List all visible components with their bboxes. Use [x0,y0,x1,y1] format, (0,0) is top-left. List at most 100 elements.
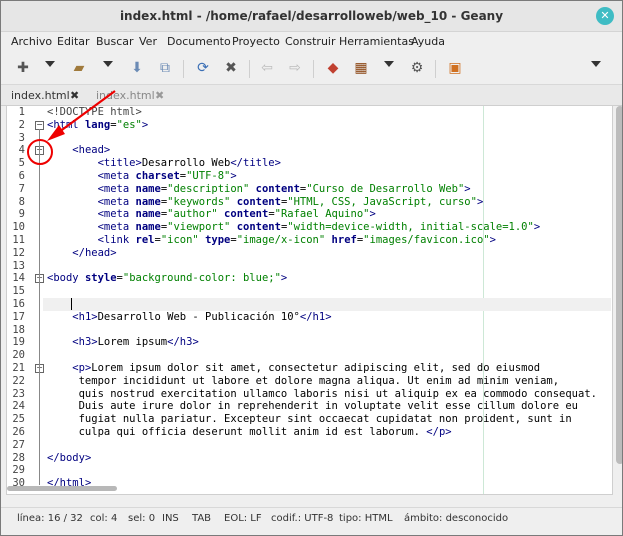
status-filetype: tipo: HTML [339,513,393,524]
code-line: <p>Lorem ipsum dolor sit amet, consectet… [72,362,541,374]
toolbar-separator [249,60,250,78]
build-icon[interactable]: ▦ [351,58,371,78]
status-eol: EOL: LF [224,513,262,524]
status-indent-mode: TAB [192,513,212,524]
code-line: </body> [47,451,92,464]
code-line: <meta name="description" content="Curso … [97,182,471,195]
menu-proyecto[interactable]: Proyecto [232,35,280,48]
line-number: 22 [12,374,25,387]
menu-construir[interactable]: Construir [285,35,336,48]
line-number: 3 [18,131,25,144]
line-number: 2 [18,118,25,131]
toolbar-separator [313,60,314,78]
toolbar-separator [435,60,436,78]
menu-buscar[interactable]: Buscar [96,35,134,48]
line-number: 29 [12,464,25,477]
code-line: quis nostrud exercitation ullamco labori… [47,387,597,400]
new-file-icon[interactable]: ✚ [13,58,33,78]
menu-editar[interactable]: Editar [57,35,90,48]
line-number: 26 [12,426,25,438]
chevron-down-icon[interactable] [45,61,55,67]
status-col: col: 4 [90,513,118,524]
code-line: <body style="background-color: blue;"> [47,272,288,285]
code-editor[interactable]: 1 2 3 4 5 6 7 8 9 10 11 12 13 14 15 16 17 18 19 20 21 22 23 24 2… [6,105,622,495]
code-line: culpa qui officia deserunt mollit anim i… [47,426,452,438]
code-line: <meta name="author" content="Rafael Aqui… [97,208,376,221]
line-number: 1 [18,106,25,118]
code-line: <meta name="viewport" content="width=dev… [97,221,541,234]
annotation-arrow-icon [47,90,116,141]
execute-gear-icon[interactable]: ⚙ [407,58,427,78]
save-icon[interactable]: ⬇ [127,58,147,78]
line-number: 7 [18,182,25,195]
code-line: tempor incididunt ut labore et dolore ma… [47,374,560,387]
fold-guide [39,154,40,255]
line-number: 11 [12,234,25,246]
title-bar: index.html - /home/rafael/desarrolloweb/… [1,1,622,32]
code-line: <title>Desarrollo Web</title> [97,157,281,170]
chevron-down-icon[interactable] [591,61,601,67]
line-number: 12 [12,246,25,259]
current-line-highlight [43,298,611,311]
menu-archivo[interactable]: Archivo [11,35,52,48]
status-insert-mode: INS [162,513,179,524]
line-number: 25 [12,413,25,426]
status-scope: ámbito: desconocido [404,513,509,524]
line-number: 16 [12,298,25,310]
code-line: </head> [72,246,117,259]
line-number: 6 [18,170,25,182]
chevron-down-icon[interactable] [103,61,113,67]
code-line: <h3>Lorem ipsum</h3> [72,336,199,349]
close-icon[interactable]: ✕ [596,7,614,25]
status-sel: sel: 0 [128,513,156,524]
line-number: 8 [18,195,25,208]
code-line: <h1>Desarrollo Web - Publicación 10°</h1… [72,310,332,323]
compile-icon[interactable]: ◆ [323,58,343,78]
menu-ayuda[interactable]: Ayuda [411,35,445,48]
code-line: Duis aute irure dolor in reprehenderit i… [47,400,579,413]
line-number: 24 [12,400,25,413]
line-number: 15 [12,285,25,298]
vertical-scrollbar[interactable] [616,106,622,464]
line-number: 5 [18,157,25,170]
open-folder-icon[interactable]: ▰ [69,58,89,78]
window-title: index.html - /home/rafael/desarrolloweb/… [119,9,504,23]
line-number: 13 [12,259,25,272]
line-number: 19 [12,336,25,349]
line-number: 23 [12,387,25,400]
horizontal-scrollbar[interactable] [7,486,117,491]
line-number: 27 [12,438,25,451]
back-icon[interactable]: ⇦ [257,58,277,78]
menu-ver[interactable]: Ver [139,35,157,48]
chevron-down-icon[interactable] [384,61,394,67]
close-tab-icon[interactable]: ✖ [155,86,164,105]
line-number: 20 [12,349,25,362]
toolbar-separator [183,60,184,78]
line-number: 4 [18,144,25,157]
toolbar: ✚ ▰ ⬇ ⧉ ⟳ ✖ ⇦ ⇨ ◆ ▦ ⚙ ▣ [1,52,622,85]
code-line: <link rel="icon" type="image/x-icon" hre… [97,234,496,246]
line-number: 17 [12,310,25,323]
menu-herramientas[interactable]: Herramientas [339,35,414,48]
code-line: <meta name="keywords" content="HTML, CSS… [97,195,484,208]
line-number: 14 [12,272,25,285]
status-encoding: codif.: UTF-8 [271,513,334,524]
color-chooser-icon[interactable]: ▣ [445,58,465,78]
forward-icon[interactable]: ⇨ [285,58,305,78]
reload-icon[interactable]: ⟳ [193,58,213,78]
line-number: 21 [12,362,25,374]
menu-documento[interactable]: Documento [167,35,231,48]
code-line: fugiat nulla pariatur. Excepteur sint oc… [47,413,572,426]
save-all-icon[interactable]: ⧉ [155,58,175,78]
line-number-gutter: 1 2 3 4 5 6 7 8 9 10 11 12 13 14 15 16 17 18 19 20 21 22 23 24 2… [7,106,33,494]
line-number: 10 [12,221,25,234]
line-number: 18 [12,323,25,336]
close-file-icon[interactable]: ✖ [221,58,241,78]
code-line: <meta charset="UTF-8"> [97,170,237,182]
line-number: 28 [12,451,25,464]
status-bar: línea: 16 / 32 col: 4 sel: 0 INS TAB EOL… [1,507,622,530]
status-line: línea: 16 / 32 [17,513,83,524]
line-number: 9 [18,208,25,221]
geany-window: index.html - /home/rafael/desarrolloweb/… [0,0,623,536]
